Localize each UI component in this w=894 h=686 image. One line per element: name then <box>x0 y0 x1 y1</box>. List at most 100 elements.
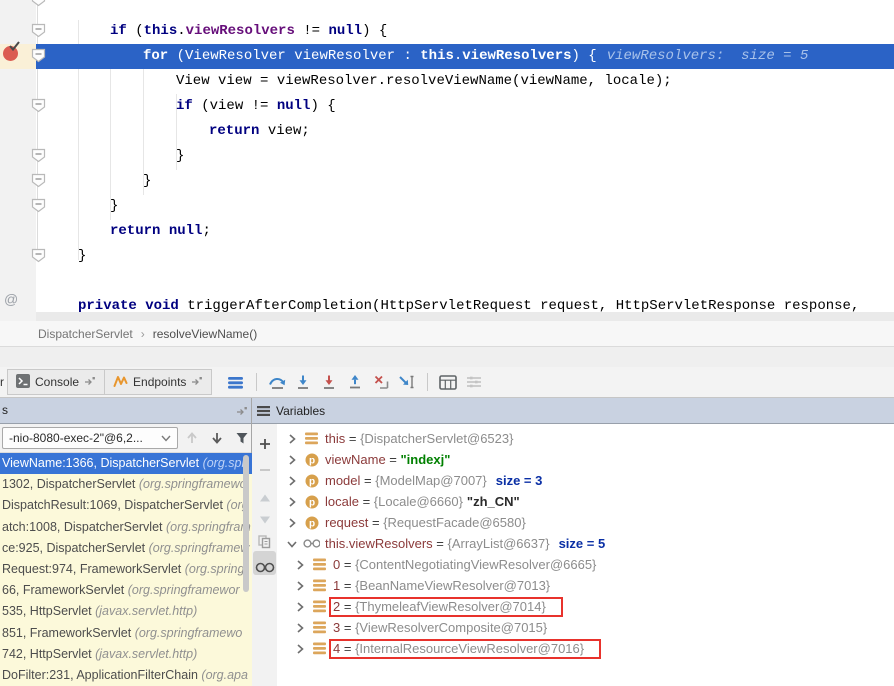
variable-row[interactable]: 2 = {ThymeleafViewResolver@7014} <box>277 596 894 617</box>
param-icon: p <box>303 474 320 488</box>
drop-frame-icon[interactable] <box>368 370 394 394</box>
tab-debugger-partial[interactable]: r <box>0 375 7 389</box>
stack-frame[interactable]: atch:1008, DispatcherServlet (org.spring… <box>0 517 252 538</box>
frame-location: 535, HttpServlet <box>2 604 95 618</box>
variable-row[interactable]: pmodel = {ModelMap@7007}size = 3 <box>277 470 894 491</box>
breadcrumb-class[interactable]: DispatcherServlet <box>38 327 133 341</box>
thread-dropdown[interactable]: -nio-8080-exec-2"@6,2... <box>2 427 178 449</box>
add-watch-icon[interactable] <box>252 433 277 455</box>
step-over-icon[interactable] <box>264 370 290 394</box>
variable-row[interactable]: this.viewResolvers = {ArrayList@6637}siz… <box>277 533 894 554</box>
chevron-right-icon[interactable] <box>285 432 299 446</box>
chevron-right-icon[interactable] <box>285 474 299 488</box>
frame-location: DispatchResult:1069, DispatcherServlet <box>2 498 226 512</box>
fold-marker-icon[interactable] <box>31 198 46 213</box>
breadcrumb-method[interactable]: resolveViewName() <box>153 327 257 341</box>
stack-frame[interactable]: 66, FrameworkServlet (org.springframewor <box>0 580 252 601</box>
param-icon: p <box>303 516 320 530</box>
object-icon <box>311 642 328 655</box>
layout-settings-icon[interactable] <box>461 370 487 394</box>
variable-ref: {ViewResolverComposite@7015} <box>355 620 547 635</box>
chevron-down-icon[interactable] <box>285 537 299 551</box>
variable-row[interactable]: 4 = {InternalResourceViewResolver@7016} <box>277 638 894 659</box>
variable-row[interactable]: prequest = {RequestFacade@6580} <box>277 512 894 533</box>
tab-console[interactable]: Console <box>7 369 105 395</box>
variable-row[interactable]: 3 = {ViewResolverComposite@7015} <box>277 617 894 638</box>
stack-frame[interactable]: DispatchResult:1069, DispatcherServlet (… <box>0 495 252 516</box>
variable-name: this.viewResolvers <box>325 536 433 551</box>
move-down-icon[interactable] <box>252 509 277 531</box>
chevron-right-icon[interactable] <box>293 642 307 656</box>
toolbar-separator <box>256 373 257 391</box>
hamburger-icon[interactable] <box>223 370 249 394</box>
chevron-right-icon[interactable] <box>285 516 299 530</box>
step-out-icon[interactable] <box>342 370 368 394</box>
fold-marker-icon[interactable] <box>31 98 46 113</box>
stack-frame[interactable]: DoFilter:231, ApplicationFilterChain (or… <box>0 665 252 686</box>
variable-row[interactable]: pviewName = "indexj" <box>277 449 894 470</box>
chevron-right-icon[interactable] <box>285 453 299 467</box>
jump-icon[interactable] <box>84 375 96 389</box>
code-token: if <box>176 98 193 114</box>
frame-package: (org.apa <box>201 668 248 682</box>
fold-marker-icon[interactable] <box>31 248 46 263</box>
jump-to-source-icon[interactable] <box>236 405 248 419</box>
code-token: ) { <box>310 98 335 114</box>
variable-row[interactable]: plocale = {Locale@6660}"zh_CN" <box>277 491 894 512</box>
code-token: } <box>143 173 151 189</box>
stack-frame[interactable]: 742, HttpServlet (javax.servlet.http) <box>0 644 252 665</box>
variables-panel-header: Variables <box>257 398 325 423</box>
show-watches-icon[interactable] <box>252 556 277 578</box>
code-token: (view != <box>193 98 277 114</box>
variables-menu-icon[interactable] <box>257 406 270 416</box>
variable-row[interactable]: 0 = {ContentNegotiatingViewResolver@6665… <box>277 554 894 575</box>
run-to-cursor-icon[interactable] <box>394 370 420 394</box>
frames-scrollbar-thumb[interactable] <box>243 455 249 592</box>
duplicate-icon[interactable] <box>252 530 277 552</box>
frame-up-icon[interactable] <box>184 428 200 448</box>
code-token: null <box>169 223 203 239</box>
chevron-right-icon[interactable] <box>293 621 307 635</box>
variable-row[interactable]: this = {DispatcherServlet@6523} <box>277 428 894 449</box>
fold-marker-icon[interactable] <box>31 148 46 163</box>
chevron-right-icon[interactable] <box>293 558 307 572</box>
remove-watch-icon[interactable] <box>252 459 277 481</box>
fold-marker-icon[interactable] <box>31 0 46 7</box>
tab-endpoints[interactable]: Endpoints <box>104 369 212 395</box>
stack-frame[interactable]: 1302, DispatcherServlet (org.springframe… <box>0 474 252 495</box>
code-line <box>36 269 78 294</box>
watches-toolbar <box>252 424 277 686</box>
frame-location: 851, FrameworkServlet <box>2 626 135 640</box>
code-line: } <box>36 194 118 219</box>
variable-name: 4 <box>333 641 340 656</box>
stack-frame[interactable]: Request:974, FrameworkServlet (org.sprin… <box>0 559 252 580</box>
equals-sign: = <box>340 557 355 572</box>
code-token: if <box>110 23 127 39</box>
variable-ref: {InternalResourceViewResolver@7016} <box>355 641 584 656</box>
chevron-right-icon[interactable] <box>285 495 299 509</box>
frames-list: ViewName:1366, DispatcherServlet (org.sp… <box>0 453 252 686</box>
frame-package: (org.springframewo <box>135 626 243 640</box>
stack-frame[interactable]: ce:925, DispatcherServlet (org.springfra… <box>0 538 252 559</box>
step-into-icon[interactable] <box>290 370 316 394</box>
variable-row[interactable]: 1 = {BeanNameViewResolver@7013} <box>277 575 894 596</box>
param-icon: p <box>303 453 320 467</box>
stack-frame[interactable]: 851, FrameworkServlet (org.springframewo <box>0 623 252 644</box>
evaluate-expression-icon[interactable] <box>435 370 461 394</box>
force-step-into-icon[interactable] <box>316 370 342 394</box>
fold-marker-icon[interactable] <box>31 173 46 188</box>
chevron-right-icon[interactable] <box>293 579 307 593</box>
fold-marker-icon[interactable] <box>31 48 46 63</box>
debug-actions <box>223 370 487 394</box>
chevron-right-icon[interactable] <box>293 600 307 614</box>
variable-name: viewName <box>325 452 386 467</box>
stack-frame[interactable]: 535, HttpServlet (javax.servlet.http) <box>0 601 252 622</box>
frame-location: ce:925, DispatcherServlet <box>2 541 149 555</box>
filter-icon[interactable] <box>234 428 250 448</box>
fold-marker-icon[interactable] <box>31 23 46 38</box>
frame-down-icon[interactable] <box>209 428 225 448</box>
jump-icon[interactable] <box>191 375 203 389</box>
move-up-icon[interactable] <box>252 487 277 509</box>
stack-frame-selected[interactable]: ViewName:1366, DispatcherServlet (org.sp… <box>0 453 252 474</box>
debug-tabs: ConsoleEndpoints <box>7 369 211 395</box>
